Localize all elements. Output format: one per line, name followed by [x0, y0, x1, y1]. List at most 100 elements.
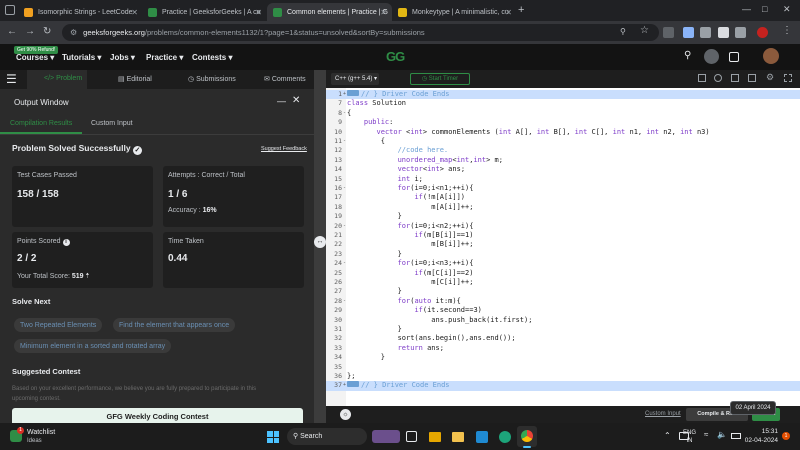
code-line[interactable]: 15 int i; [326, 175, 800, 184]
chip-element-appears-once[interactable]: Find the element that appears once [113, 318, 236, 332]
tab-custom-input[interactable]: Custom Input [91, 120, 133, 127]
code-line[interactable]: 25 if(m[C[i]]==2) [326, 269, 800, 278]
bulb-icon[interactable]: ☼ [340, 409, 351, 420]
fold-marker-icon[interactable]: + [343, 90, 346, 99]
task-view-icon[interactable] [406, 431, 417, 442]
code-line[interactable]: 7 class Solution [326, 99, 800, 108]
tab-problem[interactable]: </> Problem [44, 75, 82, 82]
extension-icon-2[interactable] [683, 27, 694, 38]
browser-tab[interactable]: Isomorphic Strings - LeetCode ✕ [18, 3, 143, 21]
collapsed-region-icon[interactable] [347, 381, 359, 388]
minimize-output-icon[interactable]: — [277, 96, 286, 106]
code-line[interactable]: 9 public: [326, 118, 800, 127]
tab-close-icon[interactable]: ✕ [255, 8, 262, 17]
reload-icon[interactable]: ↻ [43, 26, 51, 37]
code-line[interactable]: 31 } [326, 325, 800, 334]
extension-icon-5[interactable] [735, 27, 746, 38]
new-tab-button[interactable]: + [518, 4, 524, 16]
search-icon[interactable]: ⚲ [684, 50, 691, 61]
fold-marker-icon[interactable]: - [343, 137, 346, 146]
gfg-logo[interactable]: GG [386, 49, 405, 64]
code-line[interactable]: 14 vector<int> ans; [326, 165, 800, 174]
editor-tool-icon-2[interactable] [714, 74, 722, 82]
tab-close-icon[interactable]: ✕ [505, 8, 512, 17]
code-line[interactable]: 21 if(m[B[i]]==1) [326, 231, 800, 240]
code-line[interactable]: 12 //code here. [326, 146, 800, 155]
nav-jobs[interactable]: Jobs ▾ [110, 53, 135, 62]
suggest-feedback-link[interactable]: Suggest Feedback [261, 146, 307, 152]
start-timer-button[interactable]: ◷ Start Timer [410, 73, 470, 85]
code-line[interactable]: 29 if(it.second==3) [326, 306, 800, 315]
fold-marker-icon[interactable]: - [343, 184, 346, 193]
custom-input-link[interactable]: Custom Input [645, 411, 681, 417]
user-avatar[interactable] [763, 48, 779, 64]
tab-editorial[interactable]: ▤ Editorial [118, 75, 152, 83]
code-line[interactable]: 27 } [326, 287, 800, 296]
tab-compilation-results[interactable]: Compilation Results [10, 120, 72, 127]
minimize-icon[interactable]: — [742, 4, 751, 14]
taskbar-search[interactable]: ⚲ Search [287, 428, 367, 445]
fold-marker-icon[interactable]: + [343, 381, 346, 390]
show-hidden-icons[interactable]: ⌃ [664, 431, 671, 440]
tab-submissions[interactable]: ◷ Submissions [188, 75, 236, 83]
code-line[interactable]: 36}; [326, 372, 800, 381]
extension-icon-4[interactable] [718, 27, 729, 38]
editor-settings-icon[interactable]: ⚙ [766, 72, 774, 83]
contest-banner[interactable]: GFG Weekly Coding Contest [12, 408, 303, 423]
code-line[interactable]: 18 m[A[i]]++; [326, 203, 800, 212]
wifi-icon[interactable]: ≈ [704, 430, 708, 439]
code-line[interactable]: 24- for(i=0;i<n3;++i){ [326, 259, 800, 268]
editor-tool-icon-4[interactable] [748, 74, 756, 82]
info-icon[interactable]: i [62, 239, 70, 246]
code-line[interactable]: 11- { [326, 137, 800, 146]
forward-icon[interactable]: → [25, 26, 35, 37]
language-indicator[interactable]: ENG IN [683, 429, 696, 445]
tab-comments[interactable]: ✉ Comments [264, 75, 306, 83]
vscode-icon[interactable] [476, 431, 488, 443]
nav-courses[interactable]: Courses ▾ [16, 53, 54, 62]
extension-translate-icon[interactable] [663, 27, 674, 38]
code-line[interactable]: 34 } [326, 353, 800, 362]
zoom-search-icon[interactable]: ⚲ [620, 27, 626, 36]
url-input[interactable]: ⚙ geeksforgeeks.org/problems/common-elem… [62, 24, 659, 41]
editor-tool-icon-1[interactable] [698, 74, 706, 82]
tab-close-icon[interactable]: ✕ [380, 8, 387, 17]
code-line[interactable]: 26 m[C[i]]++; [326, 278, 800, 287]
panel-splitter[interactable]: ↔ [314, 70, 326, 423]
nav-tutorials[interactable]: Tutorials ▾ [62, 53, 101, 62]
extension-icon-3[interactable] [700, 27, 711, 38]
windows-start-icon[interactable] [267, 431, 279, 443]
clock-date[interactable]: 02-04-2024 [730, 437, 778, 444]
nav-practice[interactable]: Practice ▾ [146, 53, 183, 62]
code-line[interactable]: 16- for(i=0;i<n1;++i){ [326, 184, 800, 193]
tab-close-icon[interactable]: ✕ [131, 8, 138, 17]
editor-tool-icon-3[interactable] [731, 74, 739, 82]
code-line[interactable]: 32 sort(ans.begin(),ans.end()); [326, 334, 800, 343]
code-line[interactable]: 1 +// } Driver Code Ends [326, 90, 800, 100]
theme-toggle-icon[interactable] [704, 49, 719, 64]
code-line[interactable]: 17 if(!m[A[i]]) [326, 193, 800, 202]
maximize-icon[interactable]: □ [762, 4, 767, 14]
browser-tab[interactable]: Practice | GeeksforGeeks | A co ✕ [142, 3, 267, 21]
folder-icon[interactable] [452, 432, 464, 442]
code-line[interactable]: 13 unordered_map<int,int> m; [326, 156, 800, 165]
code-line[interactable]: 10 vector <int> commonElements (int A[],… [326, 128, 800, 137]
code-line[interactable]: 33 return ans; [326, 344, 800, 353]
file-explorer-icon[interactable] [429, 432, 441, 442]
fold-marker-icon[interactable]: - [343, 259, 346, 268]
code-line[interactable]: 35 [326, 363, 800, 372]
collapsed-region-icon[interactable] [347, 90, 359, 96]
edge-icon[interactable] [499, 431, 511, 443]
browser-tab[interactable]: Monkeytype | A minimalistic, cu ✕ [392, 3, 517, 21]
code-line[interactable]: 20- for(i=0;i<n2;++i){ [326, 222, 800, 231]
language-select[interactable]: C++ (g++ 5.4) ▾ [331, 73, 379, 85]
widget-title[interactable]: Watchlist [27, 429, 55, 436]
notes-icon[interactable] [729, 52, 739, 62]
notification-badge[interactable]: 1 [782, 432, 790, 440]
chip-min-rotated-array[interactable]: Minimum element in a sorted and rotated … [14, 339, 172, 353]
code-editor[interactable]: 1 +// } Driver Code Ends 7 class Solution 8-… [326, 88, 800, 406]
code-line[interactable]: 30 ans.push_back(it.first); [326, 316, 800, 325]
nav-contests[interactable]: Contests ▾ [192, 53, 232, 62]
code-line[interactable]: 37 +// } Driver Code Ends [326, 381, 800, 391]
site-info-icon[interactable]: ⚙ [70, 28, 77, 37]
